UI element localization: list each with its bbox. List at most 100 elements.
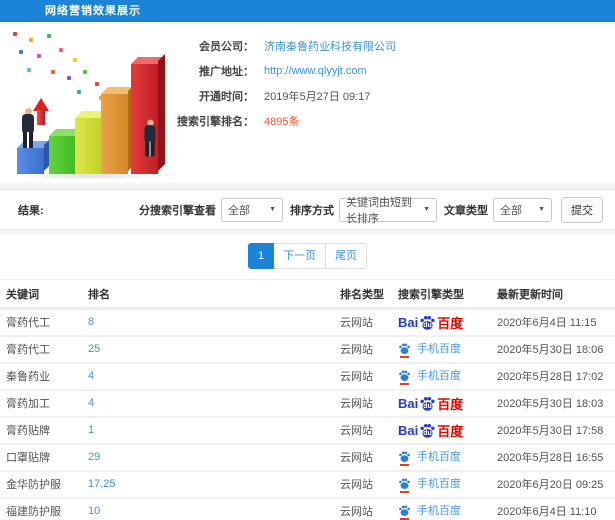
- summary-panel: 会员公司： 济南秦鲁药业科技有限公司 推广地址： http://www.qlyyjt.…: [0, 22, 615, 183]
- updated-cell: 2020年6月4日 11:15: [497, 308, 615, 337]
- baidu-mobile-logo: 手机百度: [398, 448, 461, 466]
- rank-cell: 17,25: [88, 470, 340, 499]
- rank-link[interactable]: 1: [88, 424, 94, 436]
- rank-link[interactable]: 25: [88, 343, 100, 355]
- chevron-down-icon: ▼: [269, 206, 276, 213]
- submit-button[interactable]: 提交: [561, 196, 603, 223]
- rank-link[interactable]: 10: [88, 505, 100, 517]
- baidu-paw-icon: [398, 369, 411, 385]
- rank-cell: 4: [88, 389, 340, 418]
- engine-cell: Bai du 百度: [398, 308, 497, 337]
- col-header-keyword: 关键词: [0, 279, 88, 310]
- article-filter-label: 文章类型: [444, 204, 488, 217]
- engine-filter-label: 分搜索引擎查看: [139, 204, 216, 217]
- updated-cell: 2020年5月28日 17:02: [497, 362, 615, 391]
- updated-cell: 2020年5月30日 17:58: [497, 416, 615, 445]
- rank-link[interactable]: 4: [88, 397, 94, 409]
- baidu-paw-icon: [398, 504, 411, 520]
- table-row: 金华防护服 17,25 云网站 手机百度 2020年6月20日 09:25: [0, 470, 615, 499]
- info-value[interactable]: http://www.qlyyjt.com: [264, 65, 367, 77]
- baidu-pc-logo: Bai du 百度: [398, 395, 464, 412]
- page-title: 网络营销效果展示: [45, 5, 141, 17]
- updated-cell: 2020年5月30日 18:03: [497, 389, 615, 418]
- keyword-ranking-table: 关键词 排名 排名类型 搜索引擎类型 最新更新时间 膏药代工 8 云网站 Bai du 百…: [0, 279, 615, 520]
- info-row: 开通时间： 2019年5月27日 09:17: [158, 83, 396, 108]
- baidu-pc-logo: Bai du 百度: [398, 314, 464, 331]
- keyword-cell: 膏药代工: [0, 335, 88, 364]
- engine-cell: 手机百度: [398, 362, 497, 391]
- filter-controls: 分搜索引擎查看 全部 ▼ 排序方式 关键词由短到长排序 ▼ 文章类型 全部 ▼ …: [137, 196, 603, 225]
- businessman-figure-left: [20, 108, 36, 148]
- col-header-updated: 最新更新时间: [497, 279, 615, 310]
- info-row: 会员公司： 济南秦鲁药业科技有限公司: [158, 33, 396, 58]
- chart-bar-green: [49, 136, 75, 174]
- info-row: 推广地址： http://www.qlyyjt.com: [158, 58, 396, 83]
- businessman-figure-right: [144, 119, 157, 157]
- keyword-cell: 膏药加工: [0, 389, 88, 418]
- rank-type-cell: 云网站: [340, 497, 398, 520]
- rank-cell: 10: [88, 497, 340, 520]
- company-info: 会员公司： 济南秦鲁药业科技有限公司 推广地址： http://www.qlyyjt.…: [158, 33, 396, 133]
- chart-bar-orange: [101, 94, 128, 174]
- rank-type-cell: 云网站: [340, 389, 398, 418]
- rank-type-cell: 云网站: [340, 335, 398, 364]
- engine-cell: 手机百度: [398, 335, 497, 364]
- updated-cell: 2020年6月20日 09:25: [497, 470, 615, 499]
- engine-cell: Bai du 百度: [398, 416, 497, 445]
- rank-cell: 1: [88, 416, 340, 445]
- chevron-down-icon: ▼: [538, 206, 545, 213]
- engine-cell: Bai du 百度: [398, 389, 497, 418]
- baidu-paw-icon: du: [419, 422, 436, 439]
- table-row: 膏药代工 25 云网站 手机百度 2020年5月30日 18:06: [0, 335, 615, 364]
- rank-link[interactable]: 4: [88, 370, 94, 382]
- engine-cell: 手机百度: [398, 443, 497, 472]
- sort-filter-label: 排序方式: [290, 204, 334, 217]
- chart-bar-yellow: [75, 118, 101, 174]
- info-value[interactable]: 济南秦鲁药业科技有限公司: [264, 38, 396, 54]
- chart-bar-blue: [17, 148, 44, 174]
- baidu-mobile-logo: 手机百度: [398, 340, 461, 358]
- baidu-mobile-logo: 手机百度: [398, 475, 461, 493]
- engine-select[interactable]: 全部 ▼: [221, 197, 283, 222]
- keyword-cell: 金华防护服: [0, 470, 88, 499]
- rank-link[interactable]: 17,25: [88, 478, 116, 490]
- article-select[interactable]: 全部 ▼: [493, 197, 552, 222]
- info-value: 4895条: [264, 115, 300, 128]
- sort-select[interactable]: 关键词由短到长排序 ▼: [339, 197, 437, 225]
- page: 网络营销效果展示 会员公司： 济南秦鲁药业科技有限公司 推广地址： http://ww…: [0, 0, 615, 520]
- rank-link[interactable]: 8: [88, 316, 94, 328]
- info-value: 2019年5月27日 09:17: [264, 90, 371, 103]
- rank-type-cell: 云网站: [340, 308, 398, 337]
- rank-type-cell: 云网站: [340, 416, 398, 445]
- col-header-rank: 排名: [88, 279, 340, 310]
- table-row: 福建防护服 10 云网站 手机百度 2020年6月4日 11:10: [0, 497, 615, 520]
- baidu-paw-icon: du: [419, 314, 436, 331]
- chevron-down-icon: ▼: [423, 206, 430, 213]
- next-page-button[interactable]: 下一页: [273, 243, 327, 269]
- keyword-cell: 口罩贴牌: [0, 443, 88, 472]
- updated-cell: 2020年5月28日 16:55: [497, 443, 615, 472]
- sort-select-value: 关键词由短到长排序: [346, 196, 412, 225]
- engine-select-value: 全部: [228, 204, 250, 217]
- baidu-paw-icon: [398, 450, 411, 466]
- rank-cell: 25: [88, 335, 340, 364]
- page-1-button[interactable]: 1: [247, 243, 275, 269]
- baidu-paw-icon: [398, 477, 411, 493]
- last-page-button[interactable]: 尾页: [325, 243, 368, 269]
- bar-chart-illustration: [5, 30, 175, 180]
- rank-cell: 8: [88, 308, 340, 337]
- table-row: 口罩贴牌 29 云网站 手机百度 2020年5月28日 16:55: [0, 443, 615, 472]
- updated-cell: 2020年6月4日 11:10: [497, 497, 615, 520]
- baidu-paw-icon: du: [419, 395, 436, 412]
- info-row: 搜索引擎排名： 4895条: [158, 108, 396, 133]
- rank-type-cell: 云网站: [340, 470, 398, 499]
- updated-cell: 2020年5月30日 18:06: [497, 335, 615, 364]
- rank-link[interactable]: 29: [88, 451, 100, 463]
- baidu-pc-logo: Bai du 百度: [398, 422, 464, 439]
- results-panel: 1 下一页 尾页 关键词 排名 排名类型 搜索引擎类型 最新更新时间 膏药代工 8…: [0, 234, 615, 520]
- table-header-row: 关键词 排名 排名类型 搜索引擎类型 最新更新时间: [0, 279, 615, 310]
- baidu-mobile-logo: 手机百度: [398, 502, 461, 520]
- baidu-mobile-logo: 手机百度: [398, 367, 461, 385]
- rank-cell: 4: [88, 362, 340, 391]
- rank-type-cell: 云网站: [340, 362, 398, 391]
